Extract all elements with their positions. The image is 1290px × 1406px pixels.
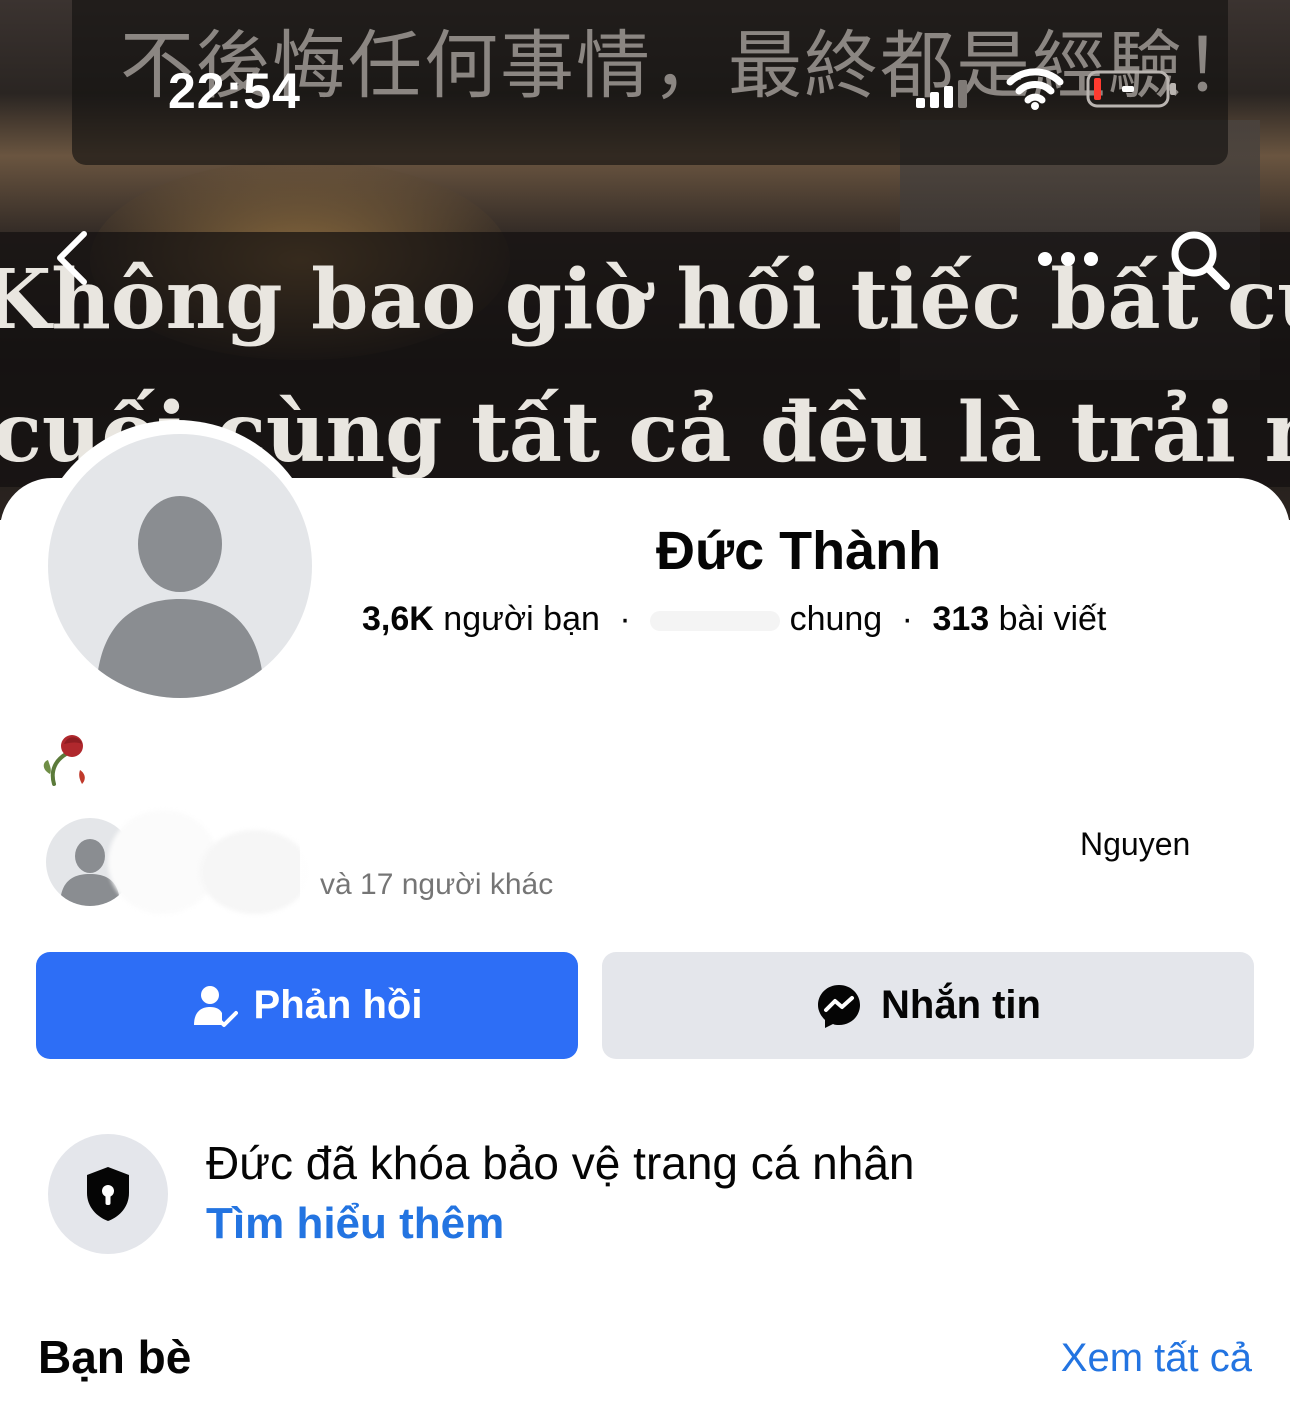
chevron-left-icon[interactable] [50,228,100,288]
posts-count: 313 [932,600,990,638]
message-button[interactable]: Nhắn tin [602,952,1254,1059]
search-icon[interactable] [1166,226,1232,292]
posts-label: bài viết [998,600,1107,638]
cellular-signal-icon [916,80,967,108]
battery-icon [1086,70,1176,108]
more-icon[interactable] [1036,250,1100,268]
friends-label: người bạn [443,600,600,638]
shield-lock-icon [87,1167,129,1221]
learn-more-link[interactable]: Tìm hiểu thêm [206,1199,504,1249]
mutual-friends-others[interactable]: và 17 người khác [320,868,553,902]
shield-lock-badge [48,1134,168,1254]
status-time: 22:54 [168,63,301,119]
locked-profile-title: Đức đã khóa bảo vệ trang cá nhân [206,1137,915,1189]
separator-dot: · [619,600,631,638]
friends-section-title: Bạn bè [38,1331,192,1383]
mutual-label: chung [789,600,883,638]
wilted-rose-icon [43,735,85,786]
messenger-icon [818,984,860,1028]
message-button-label: Nhắn tin [881,983,1041,1027]
default-avatar-icon [96,496,264,698]
mutual-friends-text[interactable]: Nguyen [1080,826,1190,863]
redacted-text [650,611,781,632]
reply-button[interactable]: Phản hồi [36,952,578,1059]
friend-request-icon [193,985,238,1027]
see-all-friends-link[interactable]: Xem tất cả [1061,1336,1252,1381]
profile-name: Đức Thành [656,521,942,581]
separator-dot: · [901,600,913,638]
avatar[interactable] [48,434,312,698]
profile-stats: 3,6K người bạn · chung · 313 bài viết [362,600,1106,639]
mutual-friend-avatar[interactable] [200,830,310,914]
friends-count: 3,6K [362,600,434,638]
wifi-icon [1006,68,1064,110]
reply-button-label: Phản hồi [253,983,423,1027]
